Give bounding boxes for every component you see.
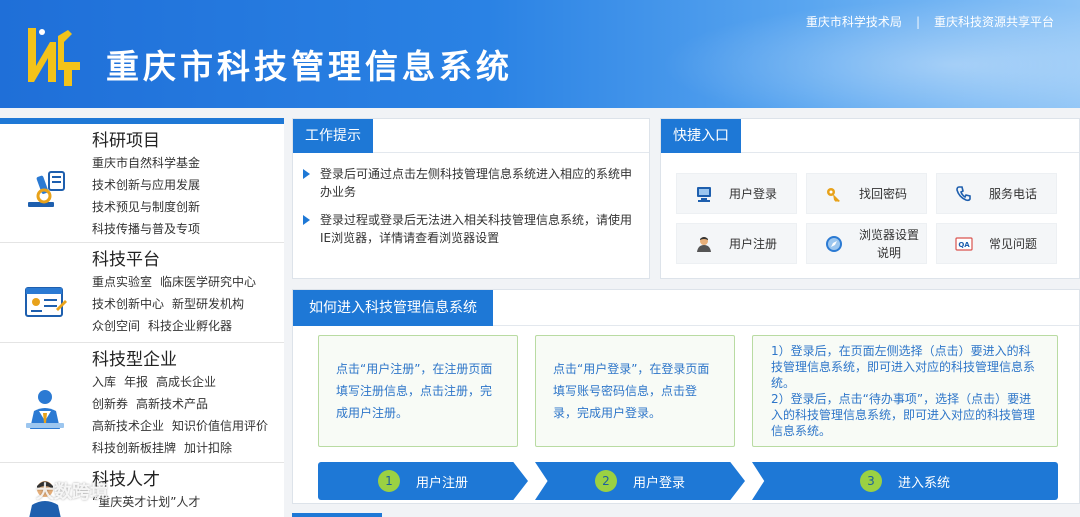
link-clinical-center[interactable]: 临床医学研究中心 xyxy=(160,275,256,289)
top-links: 重庆市科学技术局 | 重庆科技资源共享平台 xyxy=(806,13,1054,30)
link-high-tech-enterprise[interactable]: 高新技术企业 xyxy=(92,419,164,433)
link-new-rd-institution[interactable]: 新型研发机构 xyxy=(172,297,244,311)
computer-icon xyxy=(693,183,715,205)
qa-icon: QA xyxy=(953,233,975,255)
triangle-right-icon xyxy=(303,169,310,179)
watermark: 大数跨境 xyxy=(10,478,108,504)
watermark-text: 大数跨境 xyxy=(36,482,108,503)
step-number: 3 xyxy=(859,470,882,492)
button-label: 服务电话 xyxy=(989,186,1038,201)
step-login-arrow[interactable]: 2 用户登录 xyxy=(535,462,745,500)
link-high-tech-product[interactable]: 高新技术产品 xyxy=(136,397,208,411)
triangle-right-icon xyxy=(303,215,310,225)
panel-title: 快捷入口 xyxy=(661,119,741,153)
tip-text: 登录过程或登录后无法进入相关科技管理信息系统，请使用IE浏览器，详情请查看浏览器… xyxy=(320,213,633,245)
tip-text: 登录后可通过点击左侧科技管理信息系统进入相应的系统申办业务 xyxy=(320,167,633,199)
link-innovation-board[interactable]: 科技创新板挂牌 xyxy=(92,441,176,455)
button-label: 用户登录 xyxy=(729,186,778,201)
user-register-button[interactable]: 用户注册 xyxy=(676,223,797,264)
category-research-projects: 科研项目 重庆市自然科学基金 技术创新与应用发展 技术预见与制度创新 科技传播与… xyxy=(0,124,284,243)
link-tech-foresight[interactable]: 技术预见与制度创新 xyxy=(92,200,200,214)
cq-logo-icon[interactable] xyxy=(22,22,86,90)
link-sci-popularization[interactable]: 科技传播与普及专项 xyxy=(92,222,200,236)
faq-button[interactable]: QA 常见问题 xyxy=(936,223,1057,264)
button-label: 用户注册 xyxy=(729,236,778,251)
link-cq-sci-bureau[interactable]: 重庆市科学技术局 xyxy=(806,13,902,30)
step-text: 1）登录后，在页面左侧选择（点击）要进入的科技管理信息系统，即可进入对应的科技管… xyxy=(771,344,1036,438)
link-separator: | xyxy=(915,14,920,29)
panel-title: 工作提示 xyxy=(293,119,373,153)
compass-icon xyxy=(823,233,845,255)
link-key-lab[interactable]: 重点实验室 xyxy=(92,275,152,289)
how-to-enter-panel: 如何进入科技管理信息系统 点击“用户注册”，在注册页面填写注册信息，点击注册，完… xyxy=(292,289,1080,504)
id-card-icon xyxy=(25,287,67,317)
category-tech-enterprises: 科技型企业 入库 年报 高成长企业 创新券 高新技术产品 高新技术企业 知识价值信用评价… xyxy=(0,343,284,463)
category-links: 重点实验室 临床医学研究中心 技术创新中心 新型研发机构 众创空间 科技企业孵化器 xyxy=(92,271,284,337)
label-line: 浏览器设置 xyxy=(859,227,920,242)
tip-item: 登录后可通过点击左侧科技管理信息系统进入相应的系统申办业务 xyxy=(303,165,637,201)
user-login-button[interactable]: 用户登录 xyxy=(676,173,797,214)
category-links: 入库 年报 高成长企业 创新券 高新技术产品 高新技术企业 知识价值信用评价 科技创新板… xyxy=(92,371,284,459)
service-phone-button[interactable]: 服务电话 xyxy=(936,173,1057,214)
link-cq-talent-plan[interactable]: “重庆英才计划”人才 xyxy=(92,495,200,509)
link-high-growth[interactable]: 高成长企业 xyxy=(156,375,216,389)
link-innovation-voucher[interactable]: 创新券 xyxy=(92,397,128,411)
step-description-register: 点击“用户注册”，在注册页面填写注册信息，点击注册，完成用户注册。 xyxy=(318,335,518,447)
step-label: 用户注册 xyxy=(415,475,468,491)
link-maker-space[interactable]: 众创空间 xyxy=(92,319,140,333)
browser-settings-button[interactable]: 浏览器设置 说明 xyxy=(806,223,927,264)
panel-header: 工作提示 xyxy=(293,119,649,153)
step-description-login: 点击“用户登录”，在登录页面填写账号密码信息，点击登录，完成用户登录。 xyxy=(535,335,735,447)
category-title[interactable]: 科研项目 xyxy=(92,124,284,152)
link-tech-innovation-center[interactable]: 技术创新中心 xyxy=(92,297,164,311)
link-super-deduction[interactable]: 加计扣除 xyxy=(184,441,232,455)
category-links: 重庆市自然科学基金 技术创新与应用发展 技术预见与制度创新 科技传播与普及专项 xyxy=(92,152,284,240)
link-natural-science-fund[interactable]: 重庆市自然科学基金 xyxy=(92,156,200,170)
link-knowledge-credit[interactable]: 知识价值信用评价 xyxy=(172,419,268,433)
tip-list: 登录后可通过点击左侧科技管理信息系统进入相应的系统申办业务 登录过程或登录后无法… xyxy=(293,153,649,247)
link-annual-report[interactable]: 年报 xyxy=(124,375,148,389)
link-warehousing[interactable]: 入库 xyxy=(92,375,116,389)
category-sidebar: 科研项目 重庆市自然科学基金 技术创新与应用发展 技术预见与制度创新 科技传播与… xyxy=(0,118,284,517)
step-register-arrow[interactable]: 1 用户注册 xyxy=(318,462,528,500)
panel-header: 快捷入口 xyxy=(661,119,1079,153)
tip-item: 登录过程或登录后无法进入相关科技管理信息系统，请使用IE浏览器，详情请查看浏览器… xyxy=(303,211,637,247)
category-title[interactable]: 科技型企业 xyxy=(92,343,284,371)
step-number: 2 xyxy=(594,470,617,492)
enterprise-person-icon xyxy=(26,390,64,429)
work-tips-panel: 工作提示 登录后可通过点击左侧科技管理信息系统进入相应的系统申办业务 登录过程或… xyxy=(292,118,650,279)
button-label: 找回密码 xyxy=(859,186,908,201)
link-resource-platform[interactable]: 重庆科技资源共享平台 xyxy=(934,13,1054,30)
system-title: 重庆市科技管理信息系统 xyxy=(106,47,513,86)
step-text: 点击“用户登录”，在登录页面填写账号密码信息，点击登录，完成用户登录。 xyxy=(553,362,710,420)
step-label: 用户登录 xyxy=(632,475,685,491)
next-panel-tab-strip xyxy=(292,513,382,517)
button-label: 常见问题 xyxy=(989,236,1038,251)
link-incubator[interactable]: 科技企业孵化器 xyxy=(148,319,232,333)
step-number: 1 xyxy=(377,470,400,492)
label-line: 说明 xyxy=(877,245,902,260)
panel-header: 如何进入科技管理信息系统 xyxy=(293,290,1079,326)
microscope-icon xyxy=(28,171,65,207)
step-text: 点击“用户注册”，在注册页面填写注册信息，点击注册，完成用户注册。 xyxy=(336,362,493,420)
step-description-enter: 1）登录后，在页面左侧选择（点击）要进入的科技管理信息系统，即可进入对应的科技管… xyxy=(752,335,1058,447)
category-links: “重庆英才计划”人才 xyxy=(92,491,284,513)
category-title[interactable]: 科技平台 xyxy=(92,243,284,271)
watermark-logo-icon xyxy=(10,485,32,500)
user-icon xyxy=(693,233,715,255)
quick-entry-panel: 快捷入口 用户登录 找回密码 服务电话 用户注册 浏览器设置 说明 QA 常见问… xyxy=(660,118,1080,279)
button-label: 浏览器设置 说明 xyxy=(859,226,919,262)
panel-title: 如何进入科技管理信息系统 xyxy=(293,290,493,326)
svg-text:QA: QA xyxy=(958,241,970,249)
step-label: 进入系统 xyxy=(897,475,950,491)
link-tech-innovation-app[interactable]: 技术创新与应用发展 xyxy=(92,178,200,192)
phone-icon xyxy=(953,183,975,205)
step-enter-arrow[interactable]: 3 进入系统 xyxy=(752,462,1058,500)
category-tech-platforms: 科技平台 重点实验室 临床医学研究中心 技术创新中心 新型研发机构 众创空间 科技企业… xyxy=(0,243,284,343)
category-title[interactable]: 科技人才 xyxy=(92,463,284,491)
recover-password-button[interactable]: 找回密码 xyxy=(806,173,927,214)
key-icon xyxy=(823,183,845,205)
site-header: 重庆市科技管理信息系统 重庆市科学技术局 | 重庆科技资源共享平台 xyxy=(0,0,1080,108)
quick-entry-grid: 用户登录 找回密码 服务电话 用户注册 浏览器设置 说明 QA 常见问题 xyxy=(676,173,1057,264)
